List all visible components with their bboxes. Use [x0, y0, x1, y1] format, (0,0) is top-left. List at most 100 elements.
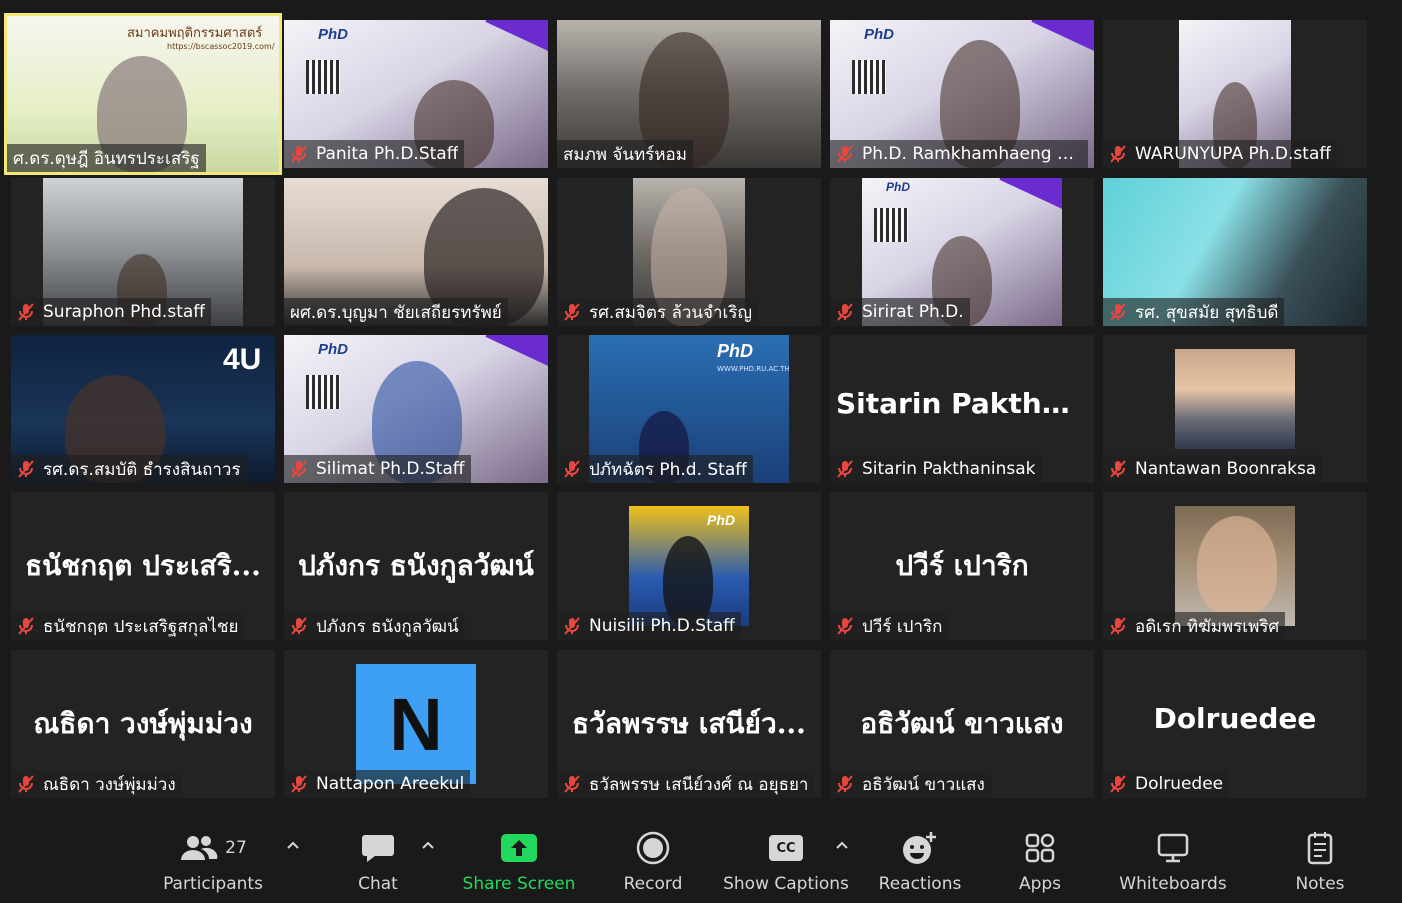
muted-mic-icon	[18, 460, 34, 478]
participant-name-tag: ศ.ดร.ดุษฎี อินทรประเสริฐ	[7, 144, 206, 172]
participant-name-tag: รศ.สมจิตร ล้วนจำเริญ	[557, 298, 758, 326]
qr-code-icon	[306, 375, 340, 409]
video-tile[interactable]: PhD WWW.PHD.RU.AC.TH ปภัทฉัตร Ph.d. Staf…	[557, 335, 821, 483]
video-tile[interactable]: รศ.สมจิตร ล้วนจำเริญ	[557, 178, 821, 326]
muted-mic-icon	[291, 145, 307, 163]
video-tile[interactable]: Nantawan Boonraksa	[1103, 335, 1367, 483]
video-tile[interactable]: Dolruedee Dolruedee	[1103, 650, 1367, 798]
participant-name-tag: Nattapon Areekul	[284, 770, 471, 798]
notes-button[interactable]: Notes	[1288, 828, 1352, 898]
video-tile[interactable]: PhD Panita Ph.D.Staff	[284, 20, 548, 168]
muted-mic-icon	[837, 617, 853, 635]
captions-options-caret-icon[interactable]	[835, 840, 849, 850]
muted-mic-icon	[1110, 460, 1126, 478]
brand-4u: 4U	[223, 343, 262, 376]
video-tile[interactable]: สมาคมพฤติกรรมศาสตร์ https://bscassoc2019…	[4, 13, 282, 175]
video-tile[interactable]: อธิวัฒน์ ขาวแสง อธิวัฒน์ ขาวแสง	[830, 650, 1094, 798]
apps-button[interactable]: Apps	[1010, 828, 1070, 898]
participant-name: Nantawan Boonraksa	[1135, 459, 1317, 479]
participant-name-tag: Panita Ph.D.Staff	[284, 140, 465, 168]
chat-button[interactable]: Chat	[348, 828, 408, 898]
record-label: Record	[623, 874, 683, 894]
phd-website: WWW.PHD.RU.AC.TH	[717, 365, 789, 373]
participant-display-name: Dolruedee	[1153, 702, 1317, 735]
participant-name-tag: รศ. สุขสมัย สุทธิบดี	[1103, 298, 1285, 326]
whiteboard-icon	[1157, 833, 1189, 863]
video-tile[interactable]: ธวัลพรรษ เสนีย์ว... ธวัลพรรษ เสนีย์วงศ์ …	[557, 650, 821, 798]
video-tile[interactable]: ผศ.ดร.บุญมา ชัยเสถียรทรัพย์	[284, 178, 548, 326]
participant-name-tag: Dolruedee	[1103, 770, 1230, 798]
reactions-button[interactable]: Reactions	[876, 828, 964, 898]
qr-code-icon	[852, 60, 886, 94]
video-tile[interactable]: ปภังกร ธนังกูลวัฒน์ ปภังกร ธนังกูลวัฒน์	[284, 492, 548, 640]
muted-mic-icon	[18, 303, 34, 321]
video-tile[interactable]: ปวีร์ เปาริก ปวีร์ เปาริก	[830, 492, 1094, 640]
meeting-toolbar: 27 Participants Chat Share Screen Record	[0, 810, 1402, 903]
notes-icon	[1307, 832, 1333, 865]
video-tile[interactable]: Suraphon Phd.staff	[11, 178, 275, 326]
society-url: https://bscassoc2019.com/	[167, 42, 275, 51]
muted-mic-icon	[291, 617, 307, 635]
muted-mic-icon	[1110, 617, 1126, 635]
reactions-icon	[903, 832, 936, 864]
video-tile[interactable]: PhD Silimat Ph.D.Staff	[284, 335, 548, 483]
video-tile[interactable]: Sitarin Pakthani... Sitarin Pakthaninsak	[830, 335, 1094, 483]
share-screen-button[interactable]: Share Screen	[458, 828, 580, 898]
participant-name: Sitarin Pakthaninsak	[862, 459, 1036, 479]
apps-label: Apps	[1018, 874, 1062, 894]
profile-photo	[1175, 506, 1295, 626]
muted-mic-icon	[564, 775, 580, 793]
muted-mic-icon	[837, 775, 853, 793]
notes-label: Notes	[1295, 874, 1345, 894]
participant-name-tag: Sitarin Pakthaninsak	[830, 455, 1042, 483]
video-tile[interactable]: ณธิดา วงษ์พุ่มม่วง ณธิดา วงษ์พุ่มม่วง	[11, 650, 275, 798]
show-captions-button[interactable]: CC Show Captions	[722, 828, 850, 898]
participant-name: สมภพ จันทร์หอม	[563, 144, 687, 165]
participant-display-name: Sitarin Pakthani...	[836, 387, 1094, 420]
chat-options-caret-icon[interactable]	[421, 840, 435, 850]
muted-mic-icon	[1110, 145, 1126, 163]
muted-mic-icon	[564, 303, 580, 321]
video-tile[interactable]: 4U รศ.ดร.สมบัติ ธำรงสินถาวร	[11, 335, 275, 483]
participant-name: Ph.D. Ramkhamhaeng Un...	[862, 144, 1082, 164]
participant-display-name: ปภังกร ธนังกูลวัฒน์	[298, 549, 534, 582]
whiteboards-button[interactable]: Whiteboards	[1118, 828, 1228, 898]
avatar-letter: N	[389, 682, 443, 766]
participant-name-tag: ปภัทฉัตร Ph.d. Staff	[557, 455, 753, 483]
participants-button[interactable]: 27 Participants	[160, 828, 266, 898]
chat-label: Chat	[358, 874, 398, 894]
participants-options-caret-icon[interactable]	[286, 840, 300, 850]
participant-name: ธนัชกฤต ประเสริฐสกุลไชย	[43, 616, 239, 637]
participant-name-tag: ธวัลพรรษ เสนีย์วงศ์ ณ อยุธยา	[557, 770, 815, 798]
participant-name-tag: Ph.D. Ramkhamhaeng Un...	[830, 140, 1088, 168]
muted-mic-icon	[837, 303, 853, 321]
participant-name-tag: Sirirat Ph.D.	[830, 298, 970, 326]
video-tile[interactable]: PhD Nuisilii Ph.D.Staff	[557, 492, 821, 640]
video-gallery: สมาคมพฤติกรรมศาสตร์ https://bscassoc2019…	[0, 0, 1402, 810]
participant-name-tag: Nuisilii Ph.D.Staff	[557, 612, 741, 640]
participant-name-tag: ผศ.ดร.บุญมา ชัยเสถียรทรัพย์	[284, 298, 508, 326]
participant-name-tag: ธนัชกฤต ประเสริฐสกุลไชย	[11, 612, 245, 640]
participant-name-tag: Nantawan Boonraksa	[1103, 455, 1323, 483]
video-tile[interactable]: PhD Ph.D. Ramkhamhaeng Un...	[830, 20, 1094, 168]
video-tile[interactable]: อดิเรก ทิฆัมพรเพริศ	[1103, 492, 1367, 640]
video-tile[interactable]: PhD Sirirat Ph.D.	[830, 178, 1094, 326]
video-tile[interactable]: สมภพ จันทร์หอม	[557, 20, 821, 168]
profile-photo	[1175, 349, 1295, 449]
video-tile[interactable]: ธนัชกฤต ประเสริ... ธนัชกฤต ประเสริฐสกุลไ…	[11, 492, 275, 640]
participant-name: ปวีร์ เปาริก	[862, 616, 943, 637]
participant-name-tag: ปวีร์ เปาริก	[830, 612, 949, 640]
participant-name: Panita Ph.D.Staff	[316, 144, 459, 164]
muted-mic-icon	[564, 460, 580, 478]
video-tile[interactable]: WARUNYUPA Ph.D.staff	[1103, 20, 1367, 168]
participant-name: Sirirat Ph.D.	[862, 302, 964, 322]
participant-name: รศ. สุขสมัย สุทธิบดี	[1135, 302, 1279, 323]
participant-display-name: ณธิดา วงษ์พุ่มม่วง	[33, 707, 253, 740]
muted-mic-icon	[1110, 303, 1126, 321]
video-tile[interactable]: รศ. สุขสมัย สุทธิบดี	[1103, 178, 1367, 326]
participant-name: ธวัลพรรษ เสนีย์วงศ์ ณ อยุธยา	[589, 774, 809, 795]
participant-name: Nuisilii Ph.D.Staff	[589, 616, 735, 636]
video-tile[interactable]: N Nattapon Areekul	[284, 650, 548, 798]
record-button[interactable]: Record	[613, 828, 693, 898]
participant-name-tag: WARUNYUPA Ph.D.staff	[1103, 140, 1338, 168]
